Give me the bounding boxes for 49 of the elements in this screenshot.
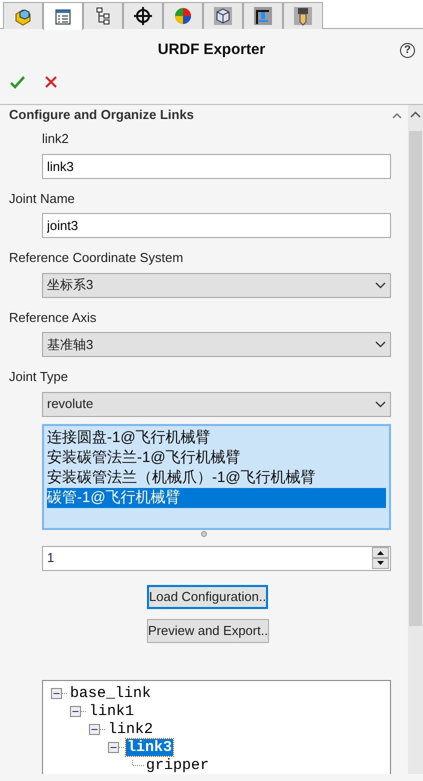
- section-title: Configure and Organize Links: [9, 106, 194, 124]
- action-button[interactable]: Load Configuration..: [147, 584, 268, 608]
- tab[interactable]: [203, 2, 243, 29]
- panel-title: URDF Exporter: [158, 40, 266, 60]
- tab[interactable]: [123, 2, 163, 29]
- text-field[interactable]: joint3: [42, 213, 391, 238]
- end-mill-icon: [293, 6, 313, 26]
- box-view-icon: [213, 6, 233, 26]
- tree-node[interactable]: base_link: [69, 685, 152, 702]
- color-ball-icon: [173, 6, 193, 26]
- resize-handle[interactable]: [201, 530, 207, 536]
- cancel-x-icon[interactable]: [45, 76, 57, 88]
- collapse-box-icon[interactable]: [89, 724, 107, 735]
- dropdown[interactable]: revolute: [42, 392, 391, 416]
- tree-node[interactable]: gripper: [145, 757, 210, 774]
- list-icon: [53, 6, 73, 26]
- tree-node[interactable]: link1: [88, 703, 136, 720]
- list-item[interactable]: 安装碳管法兰（机械爪）-1@飞行机械臂: [47, 468, 386, 488]
- collapse-chevron-icon[interactable]: [392, 112, 402, 118]
- field-label: Reference Coordinate System: [9, 249, 184, 267]
- text-field[interactable]: link3: [42, 154, 391, 178]
- press-icon: [253, 6, 273, 26]
- crosshair-icon: [133, 6, 153, 26]
- scrollbar[interactable]: [408, 105, 423, 774]
- list-item[interactable]: 安装碳管法兰-1@飞行机械臂: [47, 448, 386, 468]
- spin-arrows-icon[interactable]: [372, 547, 389, 569]
- field-label: Reference Axis: [9, 308, 98, 326]
- tree-node[interactable]: link3: [126, 739, 174, 756]
- help-icon[interactable]: ?: [400, 42, 415, 58]
- list-item[interactable]: 连接圆盘-1@飞行机械臂: [47, 428, 386, 448]
- number-spinner[interactable]: 1: [42, 546, 391, 570]
- ok-check-icon[interactable]: [10, 76, 25, 88]
- field-label: link2: [42, 130, 70, 148]
- tab[interactable]: [3, 2, 43, 29]
- collapse-box-icon[interactable]: [70, 706, 88, 717]
- tab[interactable]: [43, 2, 83, 30]
- tab[interactable]: [83, 2, 123, 29]
- component-listbox[interactable]: 连接圆盘-1@飞行机械臂 安装碳管法兰-1@飞行机械臂 安装碳管法兰（机械爪）-1@飞行机械臂 碳管-1@飞行机械臂: [42, 424, 391, 530]
- field-label: Joint Name: [9, 190, 76, 208]
- action-button[interactable]: Preview and Export..: [147, 618, 269, 642]
- collapse-box-icon[interactable]: [108, 742, 126, 753]
- tab[interactable]: [243, 2, 283, 29]
- tab[interactable]: [283, 2, 323, 29]
- list-item[interactable]: 碳管-1@飞行机械臂: [47, 488, 386, 508]
- dropdown[interactable]: 坐标系3: [42, 272, 391, 298]
- dropdown[interactable]: 基准轴3: [42, 332, 391, 357]
- tree-node[interactable]: link2: [107, 721, 154, 738]
- field-label: Joint Type: [9, 368, 70, 386]
- collapse-box-icon[interactable]: [51, 688, 69, 699]
